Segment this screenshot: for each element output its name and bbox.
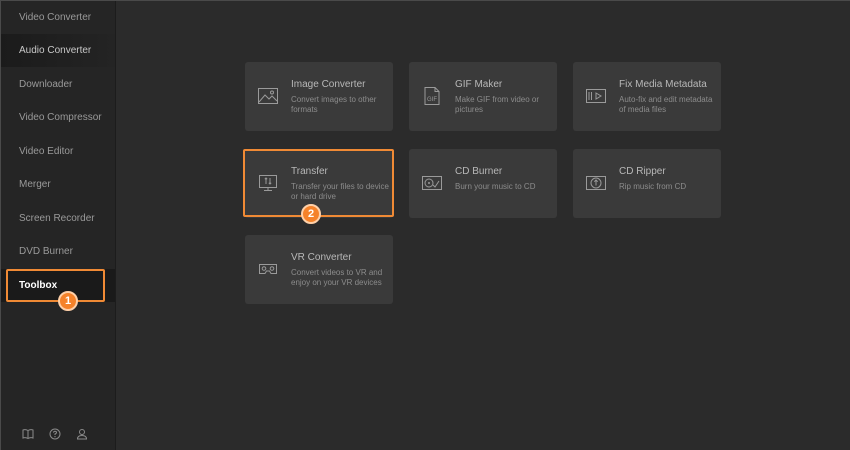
toolbox-panel: Image Converter Convert images to other … xyxy=(116,1,850,450)
card-description: Convert images to other formats xyxy=(291,95,377,114)
account-icon[interactable] xyxy=(75,427,89,441)
cd-ripper-icon xyxy=(586,176,606,190)
card-description: Make GIF from video or pictures xyxy=(455,95,540,114)
vr-icon xyxy=(259,264,277,274)
sidebar-item-video-editor[interactable]: Video Editor xyxy=(1,135,115,168)
card-description: Burn your music to CD xyxy=(455,182,536,191)
cd-ripper-card[interactable]: CD Ripper Rip music from CD xyxy=(573,149,721,218)
vr-converter-card[interactable]: VR Converter Convert videos to VR and en… xyxy=(245,235,393,304)
sidebar-footer xyxy=(1,427,115,443)
help-icon[interactable] xyxy=(48,427,62,441)
card-title: VR Converter xyxy=(291,252,352,263)
step-1-badge: 1 xyxy=(58,291,78,311)
svg-text:GIF: GIF xyxy=(427,97,437,103)
book-icon[interactable] xyxy=(21,427,35,441)
gif-maker-card[interactable]: GIF GIF Maker Make GIF from video or pic… xyxy=(409,62,557,131)
sidebar-item-video-compressor[interactable]: Video Compressor xyxy=(1,101,115,134)
card-description: Rip music from CD xyxy=(619,182,687,191)
card-description: Convert videos to VR and enjoy on your V… xyxy=(291,268,383,287)
sidebar-item-screen-recorder[interactable]: Screen Recorder xyxy=(1,202,115,235)
fix-media-metadata-card[interactable]: Fix Media Metadata Auto-fix and edit met… xyxy=(573,62,721,131)
card-title: CD Burner xyxy=(455,166,503,177)
card-title: Fix Media Metadata xyxy=(619,79,707,90)
card-title: CD Ripper xyxy=(619,166,666,177)
image-converter-card[interactable]: Image Converter Convert images to other … xyxy=(245,62,393,131)
sidebar-item-video-converter[interactable]: Video Converter xyxy=(1,1,115,34)
sidebar-item-audio-converter[interactable]: Audio Converter xyxy=(1,34,115,67)
sidebar-item-merger[interactable]: Merger xyxy=(1,168,115,201)
metadata-icon xyxy=(586,89,606,103)
gif-icon: GIF xyxy=(424,87,440,105)
step-2-badge: 2 xyxy=(301,204,321,224)
toolbox-highlight-box xyxy=(6,269,105,302)
sidebar: Video Converter Audio Converter Download… xyxy=(1,1,116,450)
card-description: Auto-fix and edit metadata of media file… xyxy=(619,95,713,114)
sidebar-item-dvd-burner[interactable]: DVD Burner xyxy=(1,235,115,268)
sidebar-item-downloader[interactable]: Downloader xyxy=(1,68,115,101)
card-title: Image Converter xyxy=(291,79,366,90)
card-title: GIF Maker xyxy=(455,79,503,90)
image-icon xyxy=(258,88,278,104)
cd-burner-card[interactable]: CD Burner Burn your music to CD xyxy=(409,149,557,218)
cd-burner-icon xyxy=(422,176,442,190)
